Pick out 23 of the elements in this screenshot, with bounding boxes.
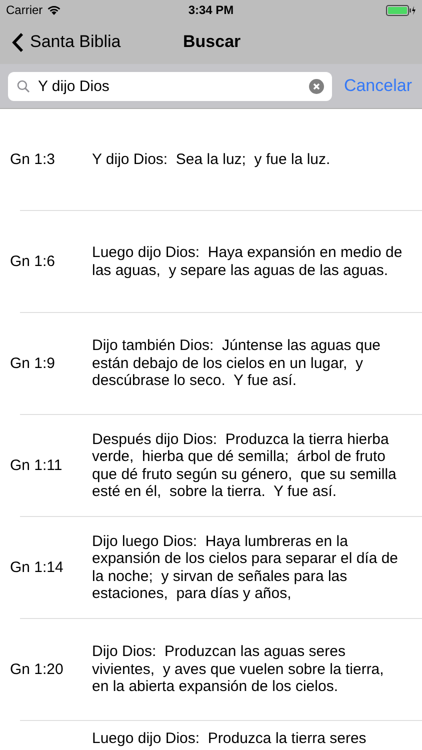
verse-reference: Gn 1:6 — [10, 253, 56, 270]
search-field[interactable]: Y dijo Dios — [8, 72, 332, 100]
verse-text[interactable]: Luego dijo Dios: Produzca la tierra seres — [92, 731, 406, 747]
wifi-icon — [46, 5, 61, 15]
verse-reference: Gn 1:11 — [10, 457, 64, 474]
battery-icon — [386, 4, 416, 16]
status-time: 3:34 PM — [188, 3, 234, 17]
search-icon — [17, 80, 30, 92]
verse-text[interactable]: Después dijo Dios: Produzca la tierra hierba verde, hierba que dé semilla; árbol de fruto que dé fruto según su género, que su semilla esté en él, sobre la tierra. Y fue así. — [92, 430, 406, 500]
verse-text[interactable]: Dijo también Dios: Júntense las aguas que están debajo de los cielos en un lugar, y descúbrase lo seco. Y fue así. — [92, 337, 406, 390]
verse-text[interactable]: Dijo Dios: Produzcan las aguas seres vivientes, y aves que vuelen sobre la tierra, en la abierta expansión de los cielos. — [92, 643, 406, 696]
nav-title: Buscar — [183, 32, 241, 52]
back-button[interactable]: Santa Biblia — [0, 32, 121, 52]
verse-reference: Gn 1:3 — [10, 151, 56, 168]
verse-reference: Gn 1:14 — [10, 559, 64, 576]
carrier-label: Carrier — [6, 3, 43, 17]
verse-text[interactable]: Dijo luego Dios: Haya lumbreras en la expansión de los cielos para separar el día de la noche; y sirvan de señales para las estaciones, para días y años, — [92, 532, 406, 602]
verse-text[interactable]: Y dijo Dios: Sea la luz; y fue la luz. — [92, 150, 406, 168]
verse-reference: Gn 1:9 — [10, 355, 56, 372]
clear-icon[interactable] — [308, 78, 324, 94]
chevron-left-icon — [12, 32, 24, 52]
verse-reference: Gn 1:20 — [10, 661, 64, 678]
verse-text[interactable]: Luego dijo Dios: Haya expansión en medio de las aguas, y separe las aguas de las aguas. — [92, 244, 406, 279]
